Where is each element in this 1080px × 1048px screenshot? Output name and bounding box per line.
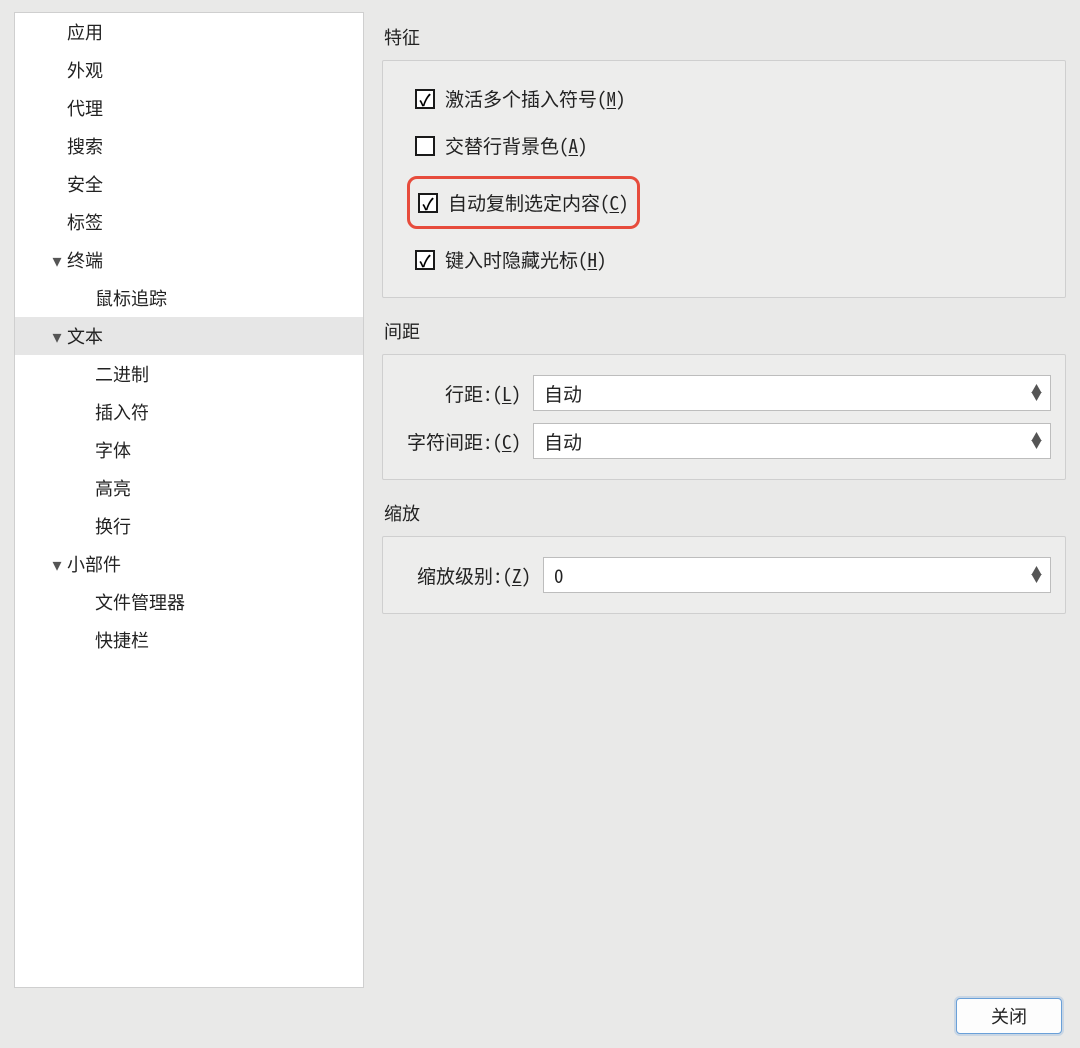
sidebar-item-label: 代理: [67, 95, 103, 121]
checkbox-label[interactable]: 自动复制选定内容(C): [448, 189, 629, 216]
sidebar-item-label: 换行: [95, 513, 131, 539]
close-button-label: 关闭: [991, 1003, 1027, 1029]
sidebar-item-label: 安全: [67, 171, 103, 197]
sidebar-item-2[interactable]: 代理: [15, 89, 363, 127]
sidebar-item-label: 快捷栏: [95, 627, 149, 653]
sidebar-item-15[interactable]: 文件管理器: [15, 583, 363, 621]
sidebar-item-6[interactable]: ▾终端: [15, 241, 363, 279]
checkbox-hide-cursor[interactable]: 键入时隐藏光标(H): [397, 236, 1051, 283]
spinner-arrows-icon[interactable]: ▲▼: [1031, 386, 1046, 399]
sidebar-item-14[interactable]: ▾小部件: [15, 545, 363, 583]
sidebar-item-8[interactable]: ▾文本: [15, 317, 363, 355]
checkbox-multi-caret[interactable]: 激活多个插入符号(M): [397, 75, 1051, 122]
spinner-value: 自动: [544, 428, 582, 455]
checkbox-label: 激活多个插入符号(M): [445, 85, 626, 112]
preferences-window: 应用外观代理搜索安全标签▾终端鼠标追踪▾文本二进制插入符字体高亮换行▾小部件文件…: [0, 0, 1080, 1048]
sidebar-item-1[interactable]: 外观: [15, 51, 363, 89]
features-frame: 激活多个插入符号(M) 交替行背景色(A) 自动复制选定内容(C): [382, 60, 1066, 298]
section-title-zoom: 缩放: [382, 496, 1066, 530]
spinner-zoom-level[interactable]: 0 ▲▼: [543, 557, 1051, 593]
sidebar-item-7[interactable]: 鼠标追踪: [15, 279, 363, 317]
checkbox-icon: [415, 89, 435, 109]
spinner-arrows-icon[interactable]: ▲▼: [1031, 434, 1046, 447]
checkbox-label: 交替行背景色(A): [445, 132, 588, 159]
spinner-value: 0: [554, 562, 564, 589]
label-line-spacing: 行距:(L): [397, 380, 521, 407]
section-title-spacing: 间距: [382, 314, 1066, 348]
sidebar-item-13[interactable]: 换行: [15, 507, 363, 545]
sidebar-item-label: 小部件: [67, 551, 121, 577]
spacing-frame: 行距:(L) 自动 ▲▼ 字符间距:(C) 自动 ▲▼: [382, 354, 1066, 480]
dialog-footer: 关闭: [0, 988, 1080, 1048]
sidebar-item-11[interactable]: 字体: [15, 431, 363, 469]
checkbox-icon: [415, 136, 435, 156]
spinner-line-spacing[interactable]: 自动 ▲▼: [533, 375, 1051, 411]
sidebar-item-label: 文本: [67, 323, 103, 349]
sidebar-item-label: 终端: [67, 247, 103, 273]
checkbox-icon: [415, 250, 435, 270]
sidebar-item-label: 应用: [67, 19, 103, 45]
sidebar-item-label: 外观: [67, 57, 103, 83]
sidebar-item-label: 高亮: [95, 475, 131, 501]
sidebar-tree[interactable]: 应用外观代理搜索安全标签▾终端鼠标追踪▾文本二进制插入符字体高亮换行▾小部件文件…: [14, 12, 364, 988]
sidebar-item-4[interactable]: 安全: [15, 165, 363, 203]
highlight-auto-copy: 自动复制选定内容(C): [407, 176, 640, 229]
sidebar-item-9[interactable]: 二进制: [15, 355, 363, 393]
sidebar-item-12[interactable]: 高亮: [15, 469, 363, 507]
close-button[interactable]: 关闭: [956, 998, 1062, 1034]
sidebar-item-label: 搜索: [67, 133, 103, 159]
spinner-arrows-icon[interactable]: ▲▼: [1031, 568, 1046, 581]
sidebar-item-label: 字体: [95, 437, 131, 463]
spinner-value: 自动: [544, 380, 582, 407]
sidebar-item-label: 插入符: [95, 399, 149, 425]
row-zoom-level: 缩放级别:(Z) 0 ▲▼: [397, 551, 1051, 599]
sidebar-item-5[interactable]: 标签: [15, 203, 363, 241]
row-char-spacing: 字符间距:(C) 自动 ▲▼: [397, 417, 1051, 465]
sidebar-item-label: 二进制: [95, 361, 149, 387]
sidebar-item-label: 文件管理器: [95, 589, 185, 615]
sidebar-item-16[interactable]: 快捷栏: [15, 621, 363, 659]
label-char-spacing: 字符间距:(C): [397, 428, 521, 455]
expander-icon[interactable]: ▾: [47, 247, 67, 273]
sidebar-item-0[interactable]: 应用: [15, 13, 363, 51]
sidebar-item-label: 标签: [67, 209, 103, 235]
checkbox-label: 键入时隐藏光标(H): [445, 246, 607, 273]
label-zoom-level: 缩放级别:(Z): [397, 562, 531, 589]
checkbox-alt-rows[interactable]: 交替行背景色(A): [397, 122, 1051, 169]
sidebar-item-3[interactable]: 搜索: [15, 127, 363, 165]
section-title-features: 特征: [382, 20, 1066, 54]
checkbox-icon[interactable]: [418, 193, 438, 213]
sidebar-item-label: 鼠标追踪: [95, 285, 167, 311]
row-line-spacing: 行距:(L) 自动 ▲▼: [397, 369, 1051, 417]
checkbox-auto-copy-row: 自动复制选定内容(C): [397, 169, 1051, 236]
content-pane: 特征 激活多个插入符号(M) 交替行背景色(A): [382, 12, 1066, 988]
spinner-char-spacing[interactable]: 自动 ▲▼: [533, 423, 1051, 459]
zoom-frame: 缩放级别:(Z) 0 ▲▼: [382, 536, 1066, 614]
body: 应用外观代理搜索安全标签▾终端鼠标追踪▾文本二进制插入符字体高亮换行▾小部件文件…: [0, 0, 1080, 988]
sidebar-item-10[interactable]: 插入符: [15, 393, 363, 431]
expander-icon[interactable]: ▾: [47, 323, 67, 349]
expander-icon[interactable]: ▾: [47, 551, 67, 577]
